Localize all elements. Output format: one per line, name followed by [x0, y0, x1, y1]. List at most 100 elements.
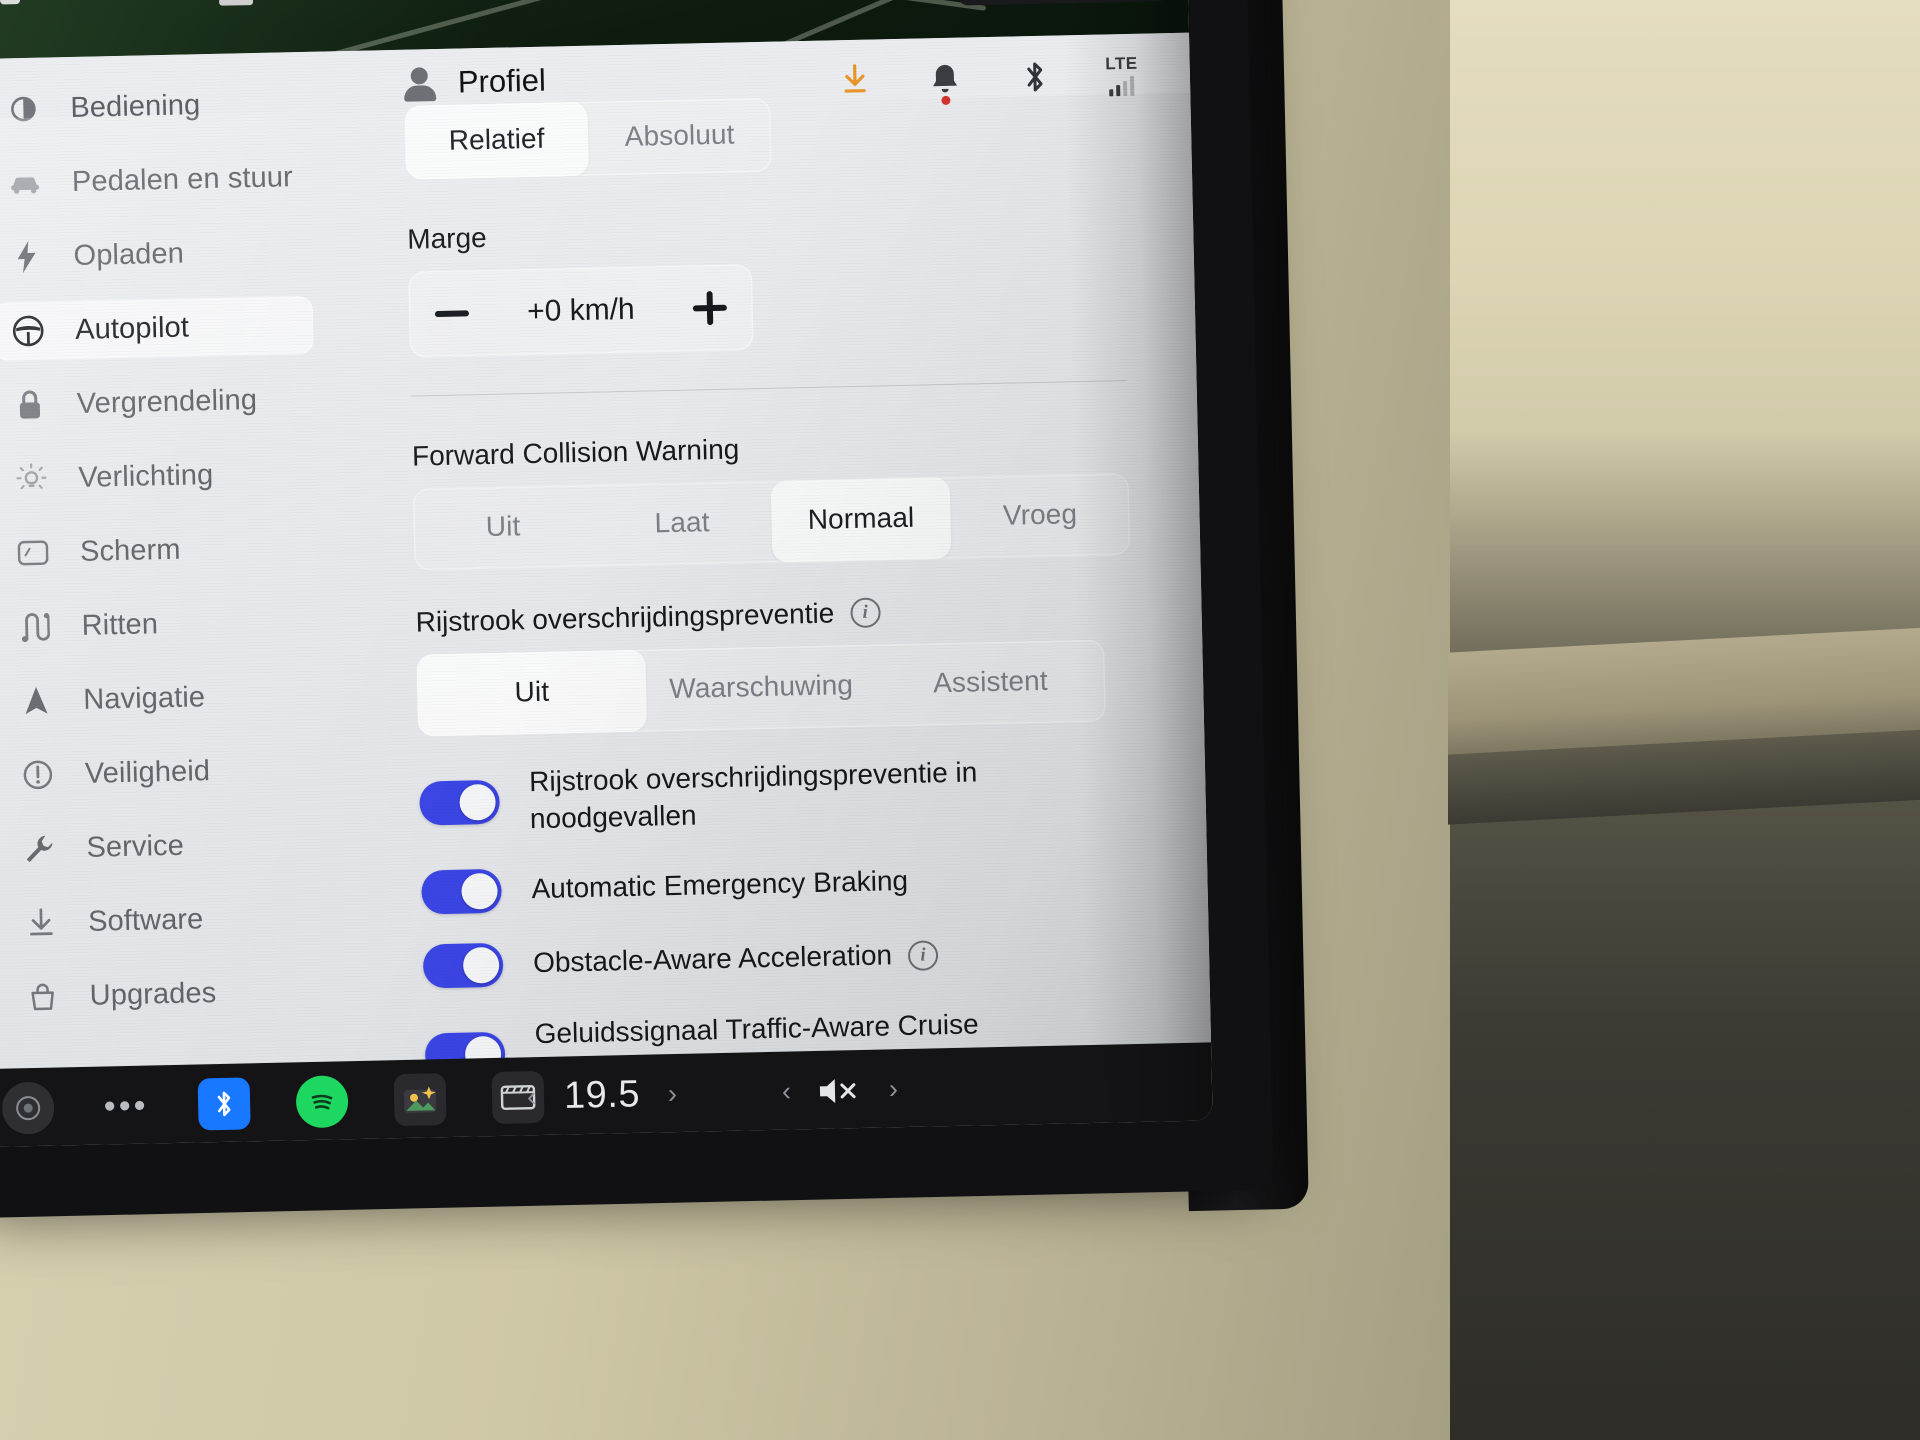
lane-departure-option-assistent[interactable]: Assistent — [875, 640, 1106, 727]
signal-bars — [1109, 75, 1135, 97]
bluetooth-app-icon[interactable] — [197, 1077, 251, 1131]
fcw-option-uit[interactable]: Uit — [413, 485, 594, 571]
sidebar-item-label: Scherm — [79, 533, 181, 568]
marge-stepper[interactable]: +0 km/h — [408, 264, 754, 358]
sidebar-item-software[interactable]: Software — [6, 888, 327, 953]
car-touchscreen: 16:42 24°C Profiel % — [0, 0, 1213, 1148]
profile-app-icon[interactable] — [1, 1081, 55, 1135]
notification-bell-icon[interactable] — [925, 56, 964, 106]
fcw-option-laat[interactable]: Laat — [592, 481, 773, 567]
sidebar-item-opladen[interactable]: Opladen — [0, 222, 312, 287]
toggle-switch[interactable] — [421, 868, 503, 915]
forward-collision-segmented-control[interactable]: Uit Laat Normaal Vroeg — [412, 473, 1131, 571]
car-icon — [8, 166, 43, 201]
sidebar-item-label: Software — [87, 902, 204, 938]
sidebar-item-label: Upgrades — [89, 976, 217, 1012]
lane-departure-label-row: Rijstrook overschrijdingspreventie i — [415, 591, 1132, 639]
info-icon[interactable]: i — [849, 597, 881, 629]
volume-control[interactable]: ‹ › — [782, 1074, 899, 1108]
lock-icon — [12, 388, 47, 423]
sidebar-item-scherm[interactable]: Scherm — [0, 518, 319, 583]
toggle-row-obstacle-aware-acceleration[interactable]: Obstacle-Aware Acceleration i — [422, 929, 1140, 989]
sidebar-item-upgrades[interactable]: Upgrades — [7, 962, 328, 1027]
sidebar-item-service[interactable]: Service — [4, 814, 325, 879]
lane-departure-option-waarschuwing[interactable]: Waarschuwing — [646, 645, 877, 732]
sidebar-item-label: Pedalen en stuur — [71, 160, 294, 198]
temp-decrease-button[interactable]: ‹ — [527, 1082, 537, 1113]
sidebar-item-pedalen-en-stuur[interactable]: Pedalen en stuur — [0, 148, 311, 213]
person-icon — [403, 66, 437, 102]
settings-sheet: Bediening Pedalen en stuur Opladen Autop… — [0, 32, 1213, 1148]
speed-mode-segmented-control[interactable]: Relatief Absoluut — [404, 97, 772, 180]
sidebar-item-bediening[interactable]: Bediening — [0, 74, 309, 139]
display-icon — [16, 536, 51, 571]
battery-icon — [0, 0, 21, 5]
toggle-switch[interactable] — [422, 942, 504, 989]
more-apps-icon[interactable]: ••• — [100, 1079, 153, 1132]
outside-temperature-label: 24°C — [139, 0, 197, 1]
marge-decrement-button[interactable] — [434, 310, 470, 318]
sidebar-item-vergrendeling[interactable]: Vergrendeling — [0, 370, 315, 435]
bluetooth-icon[interactable] — [1015, 54, 1054, 101]
trips-icon — [17, 610, 52, 645]
lte-signal-icon[interactable]: LTE — [1105, 52, 1138, 99]
lane-departure-segmented-control[interactable]: Uit Waarschuwing Assistent — [416, 639, 1106, 737]
volume-decrease-button[interactable]: ‹ — [782, 1076, 792, 1107]
clock-label: 16:42 — [47, 0, 112, 3]
more-apps-glyph: ••• — [103, 1086, 149, 1126]
page-title: Profiel — [457, 62, 547, 100]
photos-app-icon[interactable] — [393, 1073, 447, 1127]
battery-status — [0, 0, 21, 5]
sidebar-item-autopilot[interactable]: Autopilot — [0, 295, 314, 361]
bolt-icon — [9, 240, 44, 275]
sidebar-item-label: Navigatie — [82, 680, 206, 716]
controls-icon — [6, 92, 41, 127]
sidebar-item-label: Verlichting — [78, 458, 214, 494]
toggle-knob — [462, 946, 500, 984]
fcw-option-normaal[interactable]: Normaal — [770, 476, 952, 563]
speed-mode-option-relatief[interactable]: Relatief — [404, 101, 589, 180]
section-divider — [410, 380, 1127, 397]
temp-increase-button[interactable]: › — [668, 1079, 678, 1110]
forward-collision-label: Forward Collision Warning — [411, 433, 740, 472]
status-icon-tray: LTE — [835, 52, 1138, 106]
sidebar-item-label: Ritten — [81, 607, 159, 642]
navigation-icon — [19, 684, 54, 719]
info-icon[interactable]: i — [907, 940, 939, 971]
spotify-app-icon[interactable] — [295, 1075, 349, 1129]
toggle-switch[interactable] — [419, 779, 501, 826]
software-download-icon[interactable] — [835, 57, 874, 104]
bag-icon — [25, 979, 60, 1014]
lane-departure-label: Rijstrook overschrijdingspreventie — [415, 597, 835, 638]
sidebar-item-label: Autopilot — [74, 310, 190, 346]
sidebar-item-label: Opladen — [73, 237, 185, 272]
photo-scene: 16:42 24°C Profiel % — [0, 0, 1920, 1440]
wrench-icon — [22, 831, 57, 866]
settings-sidebar: Bediening Pedalen en stuur Opladen Autop… — [0, 52, 343, 1070]
marge-value: +0 km/h — [526, 292, 636, 329]
cabin-temperature-control[interactable]: ‹ 19.5 › — [527, 1073, 678, 1119]
temp-value: 19.5 — [563, 1073, 641, 1117]
sidebar-item-label: Bediening — [70, 88, 201, 124]
sidebar-item-label: Veiligheid — [84, 754, 211, 790]
toggle-row-emergency-lane-departure[interactable]: Rijstrook overschrijdingspreventie in no… — [419, 751, 1136, 841]
sidebar-item-ritten[interactable]: Ritten — [0, 592, 320, 657]
notification-badge — [940, 95, 951, 106]
light-icon — [14, 462, 49, 497]
fcw-option-vroeg[interactable]: Vroeg — [950, 473, 1131, 559]
volume-increase-button[interactable]: › — [889, 1074, 899, 1105]
outside-temperature: 24°C — [139, 0, 197, 1]
toggle-row-automatic-emergency-braking[interactable]: Automatic Emergency Braking — [421, 855, 1138, 915]
sidebar-item-label: Service — [86, 829, 185, 864]
safety-icon — [21, 758, 56, 793]
speed-mode-option-absoluut[interactable]: Absoluut — [587, 98, 772, 176]
marge-increment-button[interactable] — [693, 291, 728, 326]
sidebar-item-navigatie[interactable]: Navigatie — [1, 666, 322, 731]
toggle-label: Obstacle-Aware Acceleration — [532, 939, 893, 979]
volume-mute-icon[interactable] — [817, 1075, 864, 1106]
toggle-knob — [461, 872, 498, 910]
sidebar-item-verlichting[interactable]: Verlichting — [0, 444, 317, 509]
lane-departure-option-uit[interactable]: Uit — [416, 649, 648, 737]
lte-label: LTE — [1105, 53, 1138, 74]
sidebar-item-veiligheid[interactable]: Veiligheid — [2, 740, 323, 805]
